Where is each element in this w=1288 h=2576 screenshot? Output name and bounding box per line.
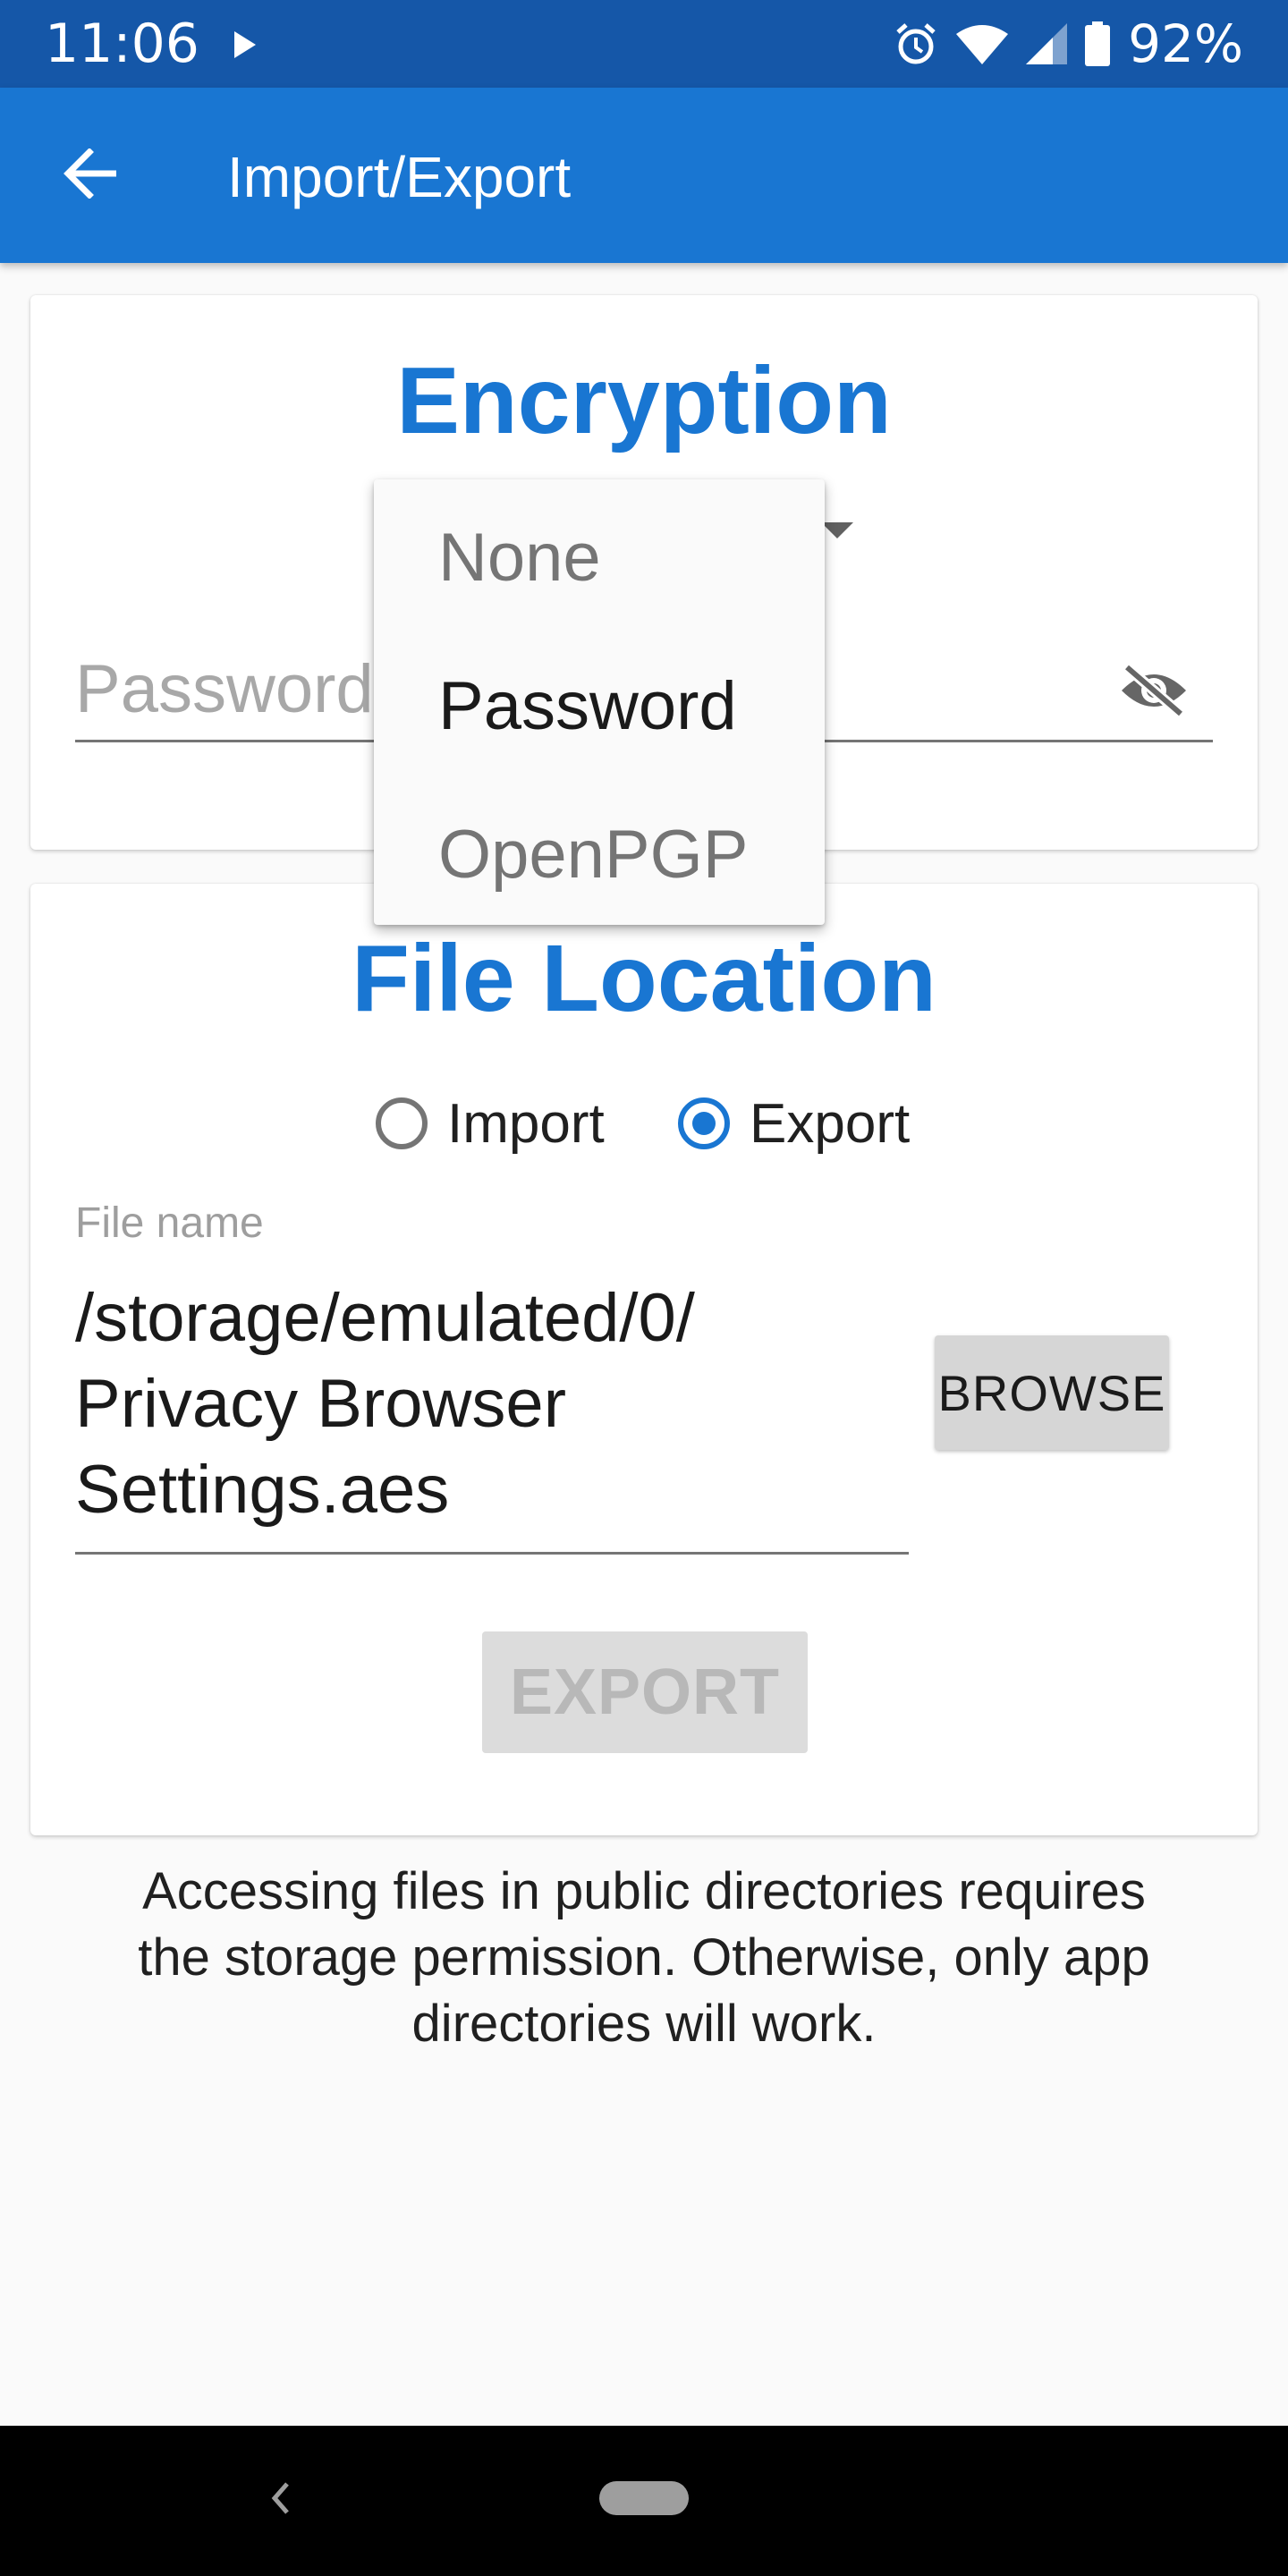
- file-location-card: File Location Import Export File name /s…: [30, 884, 1258, 1835]
- arrow-left-icon: [63, 147, 118, 203]
- signal-icon: [1026, 23, 1068, 64]
- file-name-field[interactable]: /storage/emulated/0/ Privacy Browser Set…: [75, 1280, 909, 1555]
- battery-icon: [1085, 21, 1111, 66]
- nav-home-button[interactable]: [599, 2481, 689, 2515]
- dropdown-option-openpgp[interactable]: OpenPGP: [438, 810, 748, 900]
- play-icon: [234, 31, 256, 58]
- import-radio-button[interactable]: [376, 1097, 428, 1149]
- dropdown-arrow-icon[interactable]: [821, 522, 853, 538]
- back-button[interactable]: [45, 131, 134, 220]
- encryption-dropdown-menu: None Password OpenPGP: [374, 479, 825, 925]
- alarm-icon: [894, 21, 938, 66]
- dropdown-option-password[interactable]: Password: [438, 662, 737, 751]
- dropdown-option-none[interactable]: None: [438, 513, 601, 603]
- export-radio[interactable]: Export: [678, 1088, 910, 1159]
- export-radio-label: Export: [750, 1092, 911, 1155]
- file-location-title: File Location: [352, 926, 936, 1031]
- app-bar: Import/Export: [0, 88, 1288, 263]
- status-icons: 92%: [894, 14, 1243, 73]
- password-visibility-toggle[interactable]: [1116, 658, 1191, 726]
- permission-note: Accessing files in public directories re…: [138, 1862, 1150, 2053]
- status-time: 11:06: [45, 13, 199, 75]
- status-bar: 11:06 92%: [0, 0, 1288, 88]
- chevron-left-icon: [269, 2480, 291, 2521]
- export-radio-button[interactable]: [678, 1097, 730, 1149]
- page-title: Import/Export: [227, 145, 572, 209]
- wifi-icon: [956, 23, 1009, 64]
- browse-button[interactable]: BROWSE: [935, 1335, 1169, 1450]
- navigation-bar: [0, 2426, 1288, 2576]
- eye-off-icon: [1118, 662, 1190, 722]
- file-name-label: File name: [75, 1199, 264, 1247]
- battery-percent: 92%: [1128, 13, 1243, 74]
- import-radio-label: Import: [447, 1092, 605, 1155]
- nav-back-button[interactable]: [265, 2478, 295, 2522]
- import-radio[interactable]: Import: [376, 1088, 605, 1159]
- encryption-title: Encryption: [396, 348, 892, 453]
- file-name-value[interactable]: /storage/emulated/0/ Privacy Browser Set…: [75, 1275, 909, 1533]
- export-button[interactable]: EXPORT: [482, 1631, 808, 1753]
